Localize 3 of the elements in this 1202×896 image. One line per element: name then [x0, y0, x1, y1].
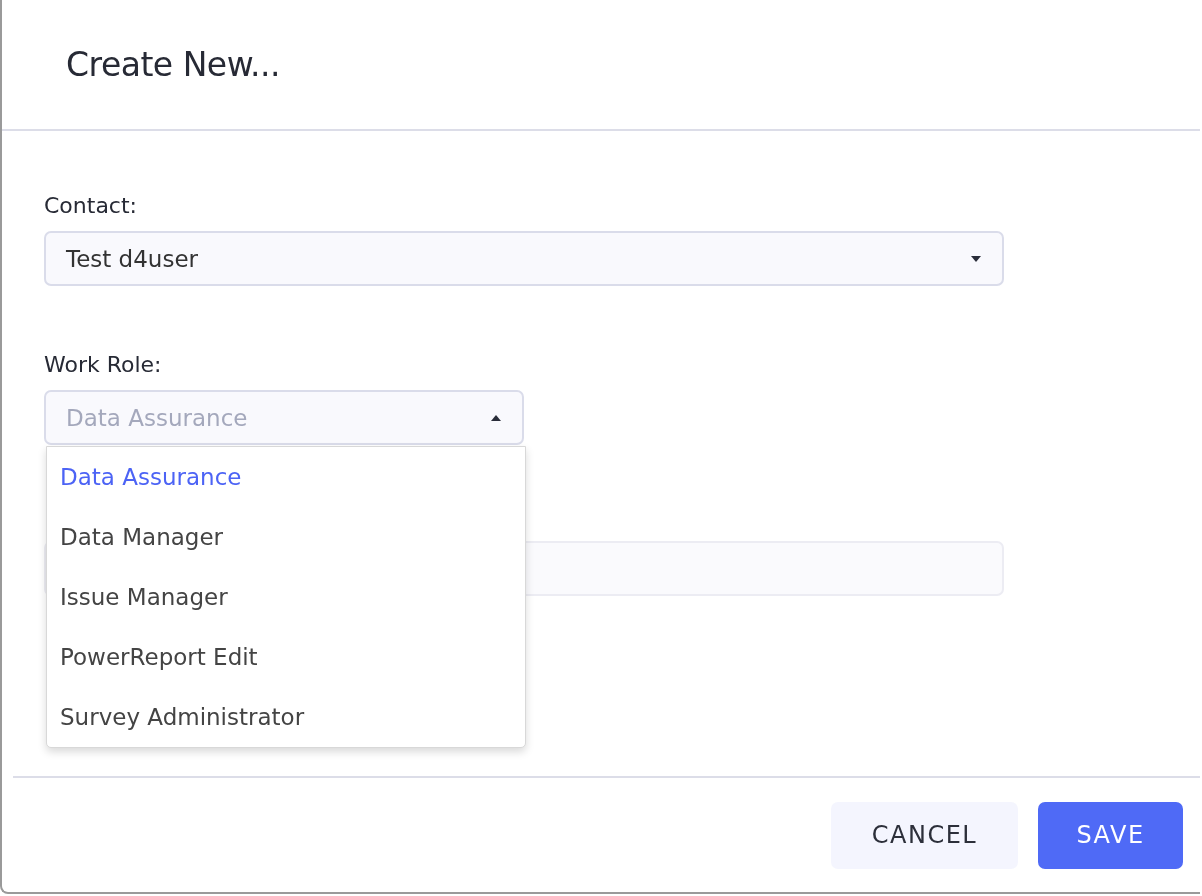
field-label: Contact: — [44, 193, 138, 220]
dialog-title: Create New... — [66, 45, 281, 84]
field-label: Work Role: — [44, 352, 163, 379]
